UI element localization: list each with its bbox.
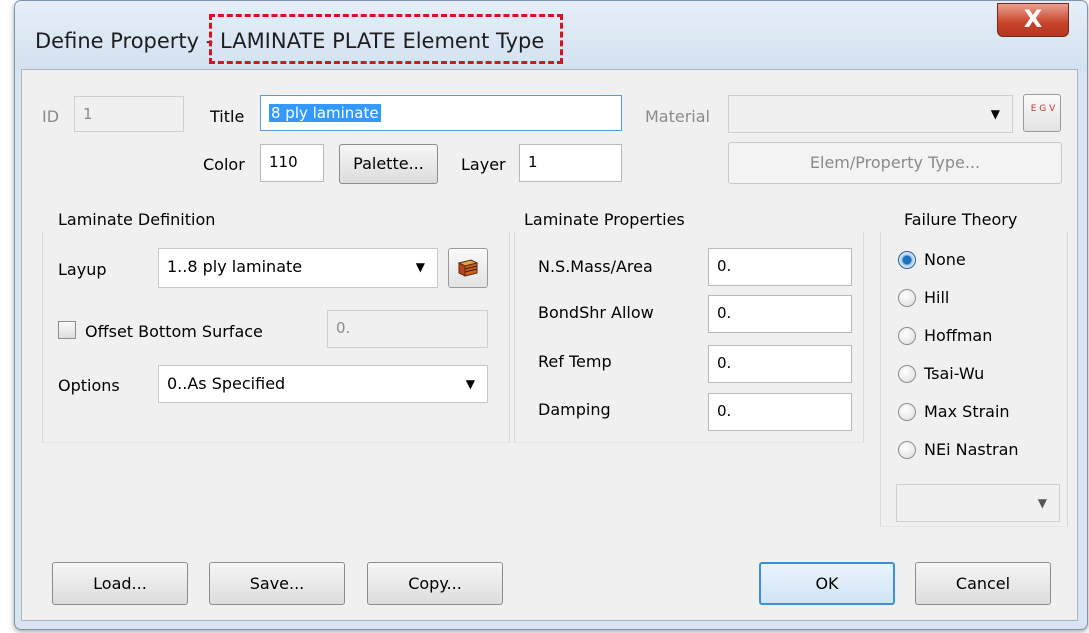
material-select[interactable]: ▼ xyxy=(728,95,1013,133)
chevron-down-icon: ▼ xyxy=(415,260,425,274)
layer-field[interactable]: 1 xyxy=(519,144,622,182)
chevron-down-icon: ▼ xyxy=(990,107,1000,121)
radio-failure-hill[interactable] xyxy=(898,289,916,307)
color-field[interactable]: 110 xyxy=(260,144,324,182)
layer-label: Layer xyxy=(461,155,506,174)
failure-hill-label: Hill xyxy=(924,288,950,307)
id-label: ID xyxy=(42,107,60,126)
material-library-button[interactable]: E G V xyxy=(1023,94,1061,132)
title-label: Title xyxy=(210,107,245,126)
radio-failure-tsai-wu[interactable] xyxy=(898,365,916,383)
offset-bottom-surface-checkbox[interactable] xyxy=(58,321,76,339)
copy-button[interactable]: Copy... xyxy=(367,562,503,605)
title-highlight-annotation xyxy=(209,14,563,64)
radio-failure-hoffman[interactable] xyxy=(898,327,916,345)
palette-button[interactable]: Palette... xyxy=(339,144,438,184)
layup-label: Layup xyxy=(58,260,107,279)
options-select-value: 0..As Specified xyxy=(167,374,286,393)
failure-theory-select[interactable]: ▼ xyxy=(896,484,1060,522)
bondshr-allow-label: BondShr Allow xyxy=(538,303,654,322)
offset-bottom-surface-label: Offset Bottom Surface xyxy=(85,322,263,341)
title-field[interactable]: 8 ply laminate xyxy=(260,95,622,131)
window-title-prefix: Define Property - xyxy=(35,29,221,53)
layup-select[interactable]: 1..8 ply laminate ▼ xyxy=(158,248,438,288)
damping-label: Damping xyxy=(538,400,611,419)
ns-mass-area-label: N.S.Mass/Area xyxy=(538,257,653,276)
define-property-dialog: Define Property - LAMINATE PLATE Element… xyxy=(14,0,1088,630)
title-field-value: 8 ply laminate xyxy=(269,104,381,122)
failure-theory-heading: Failure Theory xyxy=(904,210,1018,229)
failure-max-strain-label: Max Strain xyxy=(924,402,1010,421)
layup-editor-icon xyxy=(457,259,479,277)
failure-nei-nastran-label: NEi Nastran xyxy=(924,440,1019,459)
laminate-definition-heading: Laminate Definition xyxy=(58,210,216,229)
close-icon: X xyxy=(1023,5,1043,33)
id-field[interactable]: 1 xyxy=(74,96,184,132)
material-library-icon: E G V xyxy=(1030,104,1056,114)
radio-failure-none[interactable] xyxy=(898,251,916,269)
damping-field[interactable]: 0. xyxy=(708,393,852,431)
color-label: Color xyxy=(203,155,245,174)
failure-tsai-wu-label: Tsai-Wu xyxy=(924,364,985,383)
elem-property-type-button[interactable]: Elem/Property Type... xyxy=(728,142,1062,184)
chevron-down-icon: ▼ xyxy=(1037,496,1047,510)
chevron-down-icon: ▼ xyxy=(465,377,475,391)
ok-button[interactable]: OK xyxy=(759,562,895,605)
title-bar: Define Property - LAMINATE PLATE Element… xyxy=(15,1,1087,71)
failure-none-label: None xyxy=(924,250,966,269)
ref-temp-field[interactable]: 0. xyxy=(708,345,852,383)
dialog-client-area: ID 1 Title 8 ply laminate Material ▼ E G… xyxy=(21,69,1078,621)
save-button[interactable]: Save... xyxy=(209,562,345,605)
options-select[interactable]: 0..As Specified ▼ xyxy=(158,365,488,403)
material-label: Material xyxy=(645,107,710,126)
close-button[interactable]: X xyxy=(997,3,1069,37)
radio-failure-nei-nastran[interactable] xyxy=(898,441,916,459)
options-label: Options xyxy=(58,376,120,395)
offset-value-field[interactable]: 0. xyxy=(327,310,488,348)
layup-select-value: 1..8 ply laminate xyxy=(167,257,303,276)
load-button[interactable]: Load... xyxy=(52,562,188,605)
ns-mass-area-field[interactable]: 0. xyxy=(708,248,852,286)
ref-temp-label: Ref Temp xyxy=(538,352,612,371)
laminate-properties-heading: Laminate Properties xyxy=(524,210,685,229)
bondshr-allow-field[interactable]: 0. xyxy=(708,295,852,333)
cancel-button[interactable]: Cancel xyxy=(915,562,1051,605)
radio-failure-max-strain[interactable] xyxy=(898,403,916,421)
failure-hoffman-label: Hoffman xyxy=(924,326,993,345)
layup-editor-button[interactable] xyxy=(448,248,488,288)
